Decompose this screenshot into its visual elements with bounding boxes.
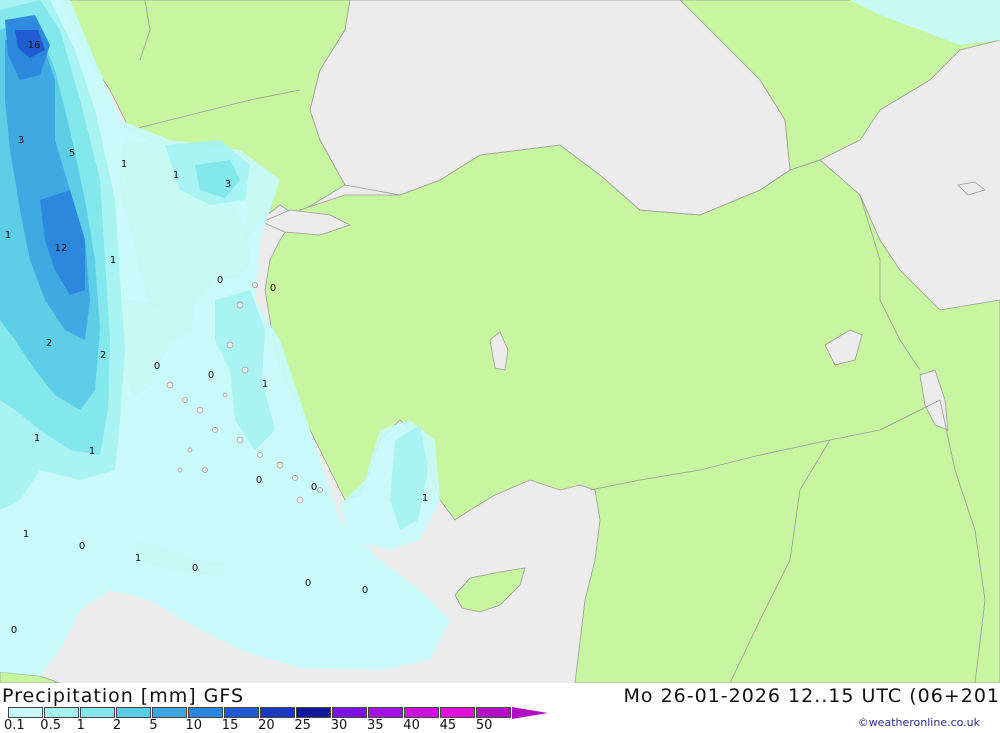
value-label: 1: [110, 255, 116, 266]
value-label: 0: [11, 625, 17, 636]
value-label: 1: [5, 230, 11, 241]
scale-swatch: [332, 707, 367, 718]
value-label: 1: [262, 379, 268, 390]
scale-arrow: [512, 707, 548, 719]
scale-swatch: [116, 707, 151, 718]
value-label: 1: [173, 170, 179, 181]
value-label: 5: [69, 148, 75, 159]
credit-link[interactable]: ©weatheronline.co.uk: [858, 716, 980, 729]
scale-tick-label: 25: [294, 718, 311, 733]
scale-tick-label: 50: [475, 718, 493, 733]
value-label: 0: [154, 361, 160, 372]
scale-swatch: [80, 707, 115, 718]
scale-swatch: [260, 707, 295, 718]
scale-swatch: [224, 707, 259, 718]
color-scale: [8, 707, 548, 719]
scale-tick-label: 15: [221, 718, 239, 733]
value-label: 2: [46, 338, 52, 349]
scale-tick-label: 35: [367, 718, 384, 733]
value-label: 1: [34, 433, 40, 444]
forecast-time: Mo 26-01-2026 12..15 UTC (06+201: [623, 685, 1000, 707]
legend-bar: Precipitation [mm] GFS Mo 26-01-2026 12.…: [0, 683, 1000, 733]
scale-tick-label: 1: [76, 718, 85, 733]
scale-tick-label: 40: [403, 718, 420, 733]
precipitation-map[interactable]: 16 3 5 1 1 3 1 12 1 0 0 2 2 0 0 1 1 1 0 …: [0, 0, 1000, 683]
value-label: 3: [225, 179, 231, 190]
value-label: 0: [192, 563, 198, 574]
scale-tick-label: 10: [185, 718, 203, 733]
scale-tick-label: 20: [258, 718, 275, 733]
value-label: 0: [311, 482, 317, 493]
scale-tick-label: 5: [149, 718, 158, 733]
value-label: 0: [208, 370, 214, 381]
scale-swatch: [476, 707, 511, 718]
value-label: 3: [18, 135, 24, 146]
value-label: 1: [121, 159, 127, 170]
value-label: 1: [89, 446, 95, 457]
scale-tick-label: 0.5: [40, 718, 61, 733]
value-label: 1: [422, 493, 428, 504]
scale-swatch: [368, 707, 403, 718]
value-label: 1: [23, 529, 29, 540]
scale-swatch: [44, 707, 79, 718]
scale-swatch: [188, 707, 223, 718]
value-label: 0: [305, 578, 311, 589]
value-label: 16: [28, 40, 41, 51]
scale-tick-label: 2: [112, 718, 122, 733]
value-label: 0: [217, 275, 223, 286]
value-label: 0: [270, 283, 276, 294]
value-label: 2: [100, 350, 106, 361]
scale-tick-label: 45: [439, 718, 457, 733]
value-label: 0: [79, 541, 85, 552]
scale-swatch: [8, 707, 43, 718]
scale-swatch: [296, 707, 331, 718]
value-label: 0: [256, 475, 262, 486]
legend-title: Precipitation [mm] GFS: [2, 685, 245, 707]
value-label: 12: [55, 243, 68, 254]
scale-swatch: [152, 707, 187, 718]
value-label: 1: [135, 553, 141, 564]
scale-swatch: [440, 707, 475, 718]
value-label: 0: [362, 585, 368, 596]
scale-tick-label: 30: [330, 718, 348, 733]
scale-swatch: [404, 707, 439, 718]
scale-tick-label: 0.1: [4, 718, 25, 733]
